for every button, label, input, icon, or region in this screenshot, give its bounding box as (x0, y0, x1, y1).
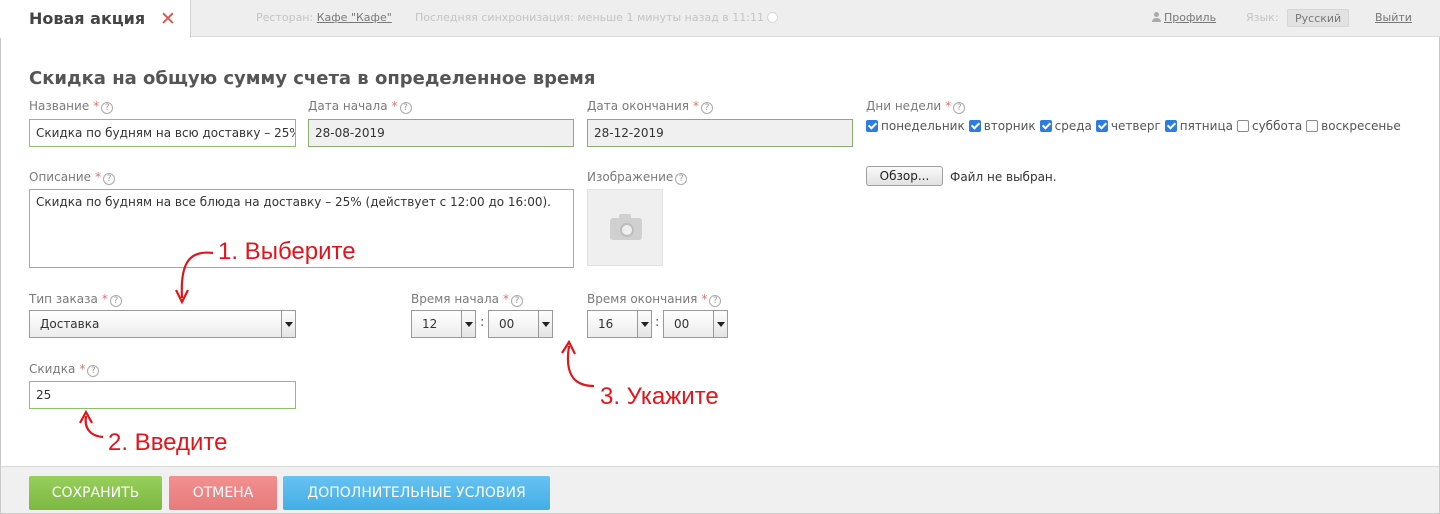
cancel-button[interactable]: ОТМЕНА (169, 476, 277, 510)
annotation-step3: 3. Укажите (600, 383, 719, 410)
annotation-step2: 2. Введите (108, 429, 228, 456)
additional-conditions-button[interactable]: ДОПОЛНИТЕЛЬНЫЕ УСЛОВИЯ (283, 476, 550, 510)
annotation-step1: 1. Выберите (218, 238, 356, 265)
save-button[interactable]: СОХРАНИТЬ (29, 476, 162, 510)
arrow-step2 (84, 415, 104, 439)
arrow-step3 (566, 345, 595, 388)
